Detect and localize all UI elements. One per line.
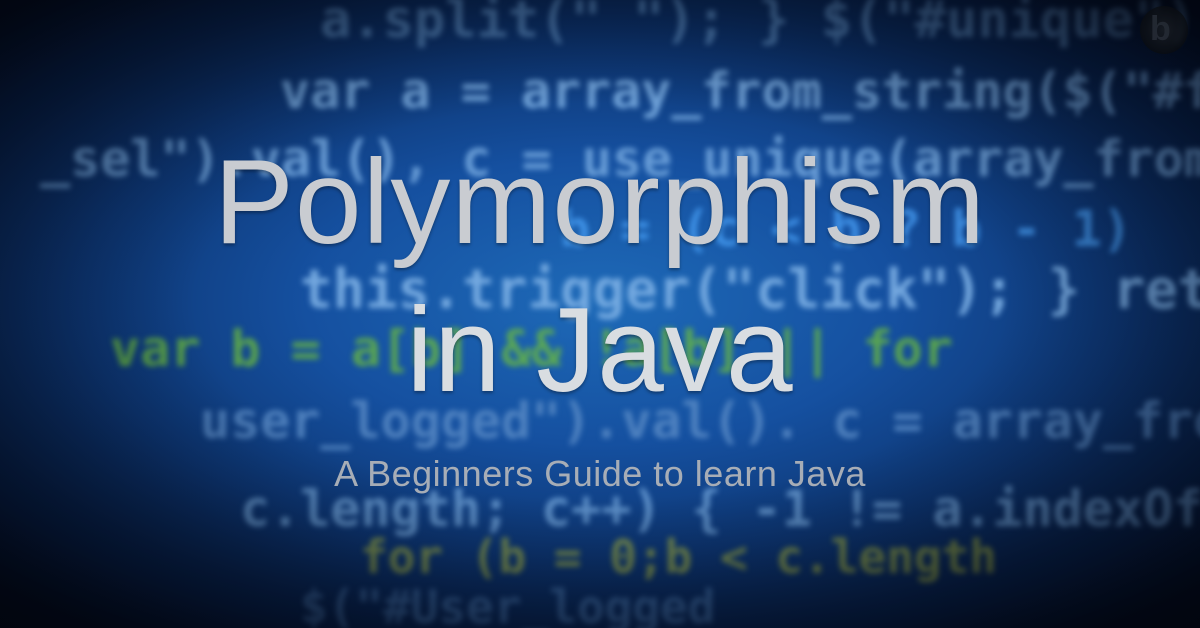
banner: a.split(" "); } $("#unique"). var a = ar… [0, 0, 1200, 628]
code-line: for (b = 0;b < c.length [360, 530, 997, 584]
b-logo-icon: b [1140, 6, 1188, 54]
subtitle: A Beginners Guide to learn Java [334, 453, 866, 494]
title-line-2: in Java [406, 283, 794, 417]
code-line: var a = array_from_string($("#fin"). [280, 62, 1200, 120]
title-line-1: Polymorphism [213, 135, 987, 269]
code-line: $("#User_logged [300, 580, 716, 628]
code-line: a.split(" "); } $("#unique"). [320, 0, 1200, 50]
